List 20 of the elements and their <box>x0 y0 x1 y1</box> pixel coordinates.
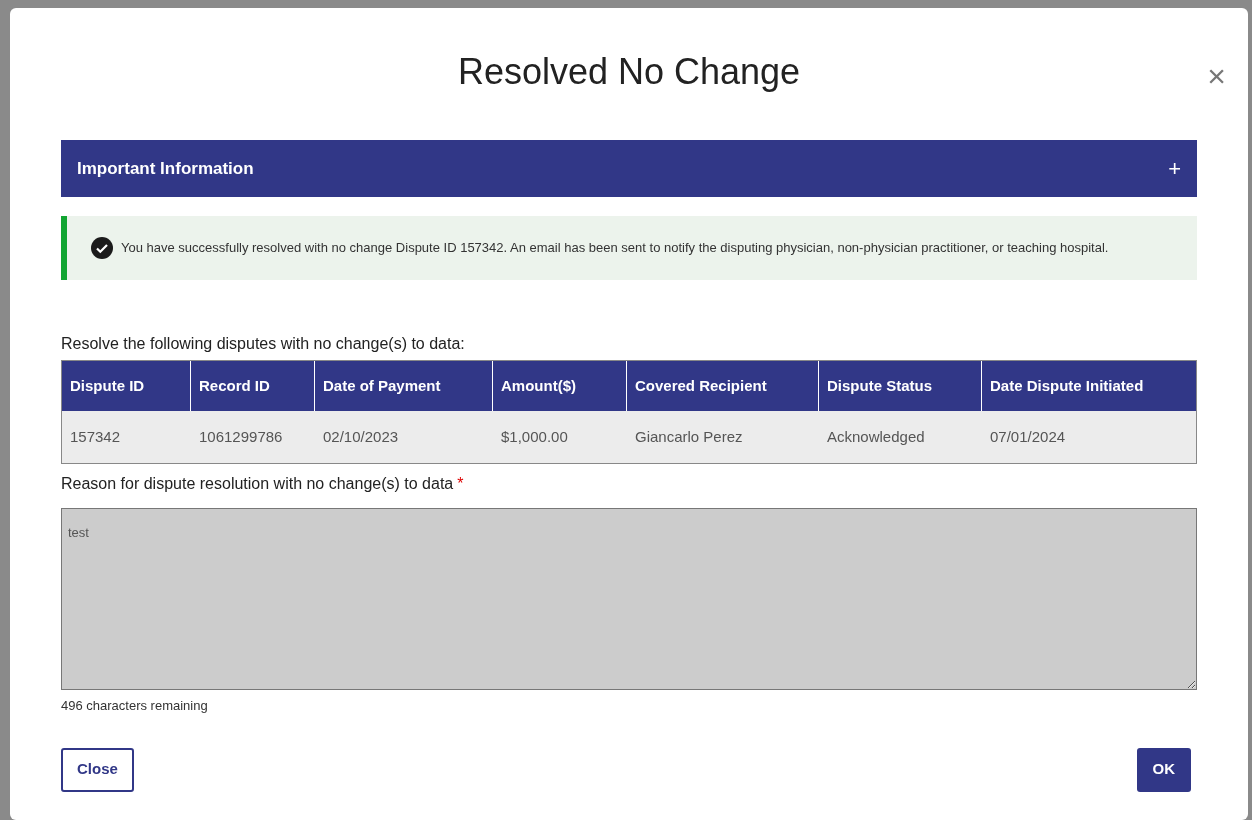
close-button[interactable]: Close <box>61 747 134 792</box>
ok-button[interactable]: OK <box>1136 747 1191 792</box>
info-panel-header[interactable]: Important Information + <box>61 140 1197 197</box>
table-cell-text: 07/01/2024 <box>989 426 1067 447</box>
table-caption: Resolve the following disputes with no change(s) to data: <box>61 334 466 354</box>
table-cell-text: Acknowledged <box>826 426 926 447</box>
dialog-title: Resolved No Change <box>457 50 801 94</box>
info-panel-title: Important Information <box>77 157 254 180</box>
table-cell-text: Giancarlo Perez <box>634 426 744 447</box>
table-cell-text: 1061299786 <box>198 426 284 447</box>
alert-message: You have successfully resolved with no change Dispute ID 157342. An email has been sent to notify the disputing physician, non-physician practitioner, or teaching hospital. <box>121 239 1109 258</box>
table-cell-text: 157342 <box>69 426 122 447</box>
table-cell-text: 02/10/2023 <box>322 426 400 447</box>
expand-toggle[interactable]: + <box>1168 152 1181 185</box>
column-header: Date Dispute Initiated <box>989 375 1145 396</box>
required-mark: * <box>457 474 464 494</box>
reason-label: Reason for dispute resolution with no change(s) to data <box>61 474 454 494</box>
characters-remaining: 496 characters remaining <box>61 697 209 715</box>
check-circle-icon <box>91 237 113 259</box>
table-cell-text: $1,000.00 <box>500 426 569 447</box>
